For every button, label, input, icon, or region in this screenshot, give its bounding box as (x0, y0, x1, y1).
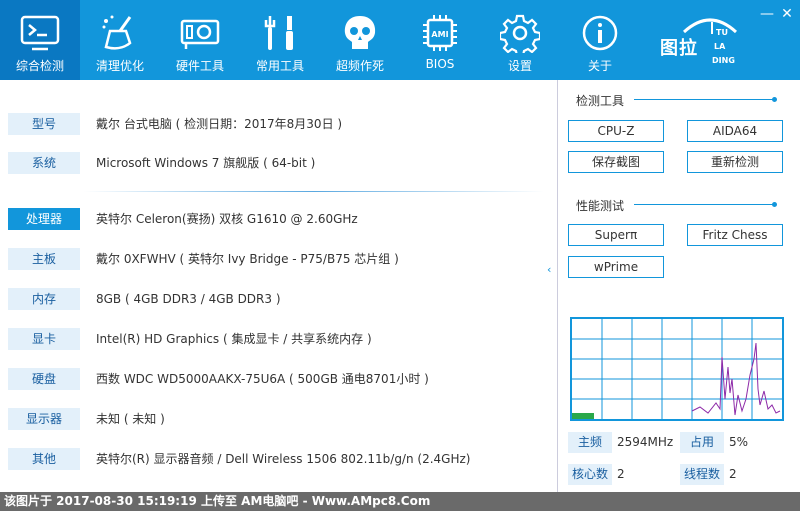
usage-value: 5% (729, 435, 749, 449)
tab-clean-optimize[interactable]: 清理优化 (80, 0, 160, 80)
tab-label: 设置 (507, 59, 532, 73)
svg-text:AMI: AMI (431, 30, 448, 39)
gear-icon (500, 14, 540, 53)
cpu-usage-graph (570, 317, 784, 421)
info-key: 显卡 (8, 328, 80, 350)
info-key: 型号 (8, 113, 80, 135)
info-icon (582, 15, 618, 51)
logo-arch-icon (682, 18, 738, 34)
cores-value: 2 (617, 467, 625, 481)
tab-about[interactable]: 关于 (560, 0, 640, 80)
threads-value: 2 (729, 467, 737, 481)
broom-icon (102, 15, 132, 50)
section-title-perf: 性能测试 (576, 199, 625, 213)
tab-label: 超频作死 (335, 59, 384, 73)
usage-level-bar (572, 413, 594, 419)
fritz-chess-button[interactable]: Fritz Chess (687, 224, 783, 246)
hardware-info-panel: 型号 戴尔 台式电脑 ( 检测日期：2017年8月30日 ) 系统 Micros… (0, 80, 557, 492)
aida64-button[interactable]: AIDA64 (687, 120, 783, 142)
info-value: 西数 WDC WD5000AAKX-75U6A ( 500GB 通电8701小时… (96, 372, 429, 386)
usage-label: 占用 (680, 432, 724, 453)
superpi-button[interactable]: Superπ (568, 224, 664, 246)
close-button[interactable]: ✕ (778, 6, 796, 22)
upload-watermark: 该图片于 2017-08-30 15:19:19 上传至 AM电脑吧 - Www… (0, 492, 800, 511)
chip-icon: AMI (423, 15, 457, 51)
info-key: 硬盘 (8, 368, 80, 390)
top-toolbar: 综合检测 清理优化 硬件工具 常用工具 超频作死 AMI BIOS 设置 关于 … (0, 0, 800, 80)
save-screenshot-button[interactable]: 保存截图 (568, 151, 664, 173)
skull-icon (344, 16, 376, 49)
tab-comprehensive-check[interactable]: 综合检测 (0, 0, 80, 80)
minimize-button[interactable]: — (758, 6, 776, 22)
freq-label: 主频 (568, 432, 612, 453)
info-value: 未知 ( 未知 ) (96, 412, 165, 426)
tab-label: 硬件工具 (175, 59, 224, 73)
tab-label: 常用工具 (255, 59, 304, 73)
info-value: 英特尔 Celeron(赛扬) 双核 G1610 @ 2.60GHz (96, 212, 358, 226)
info-key: 主板 (8, 248, 80, 270)
info-key: 处理器 (8, 208, 80, 230)
tab-label: 综合检测 (15, 59, 64, 73)
tab-label: 清理优化 (95, 59, 144, 73)
info-key: 系统 (8, 152, 80, 174)
tab-hardware-tools[interactable]: 硬件工具 (160, 0, 240, 80)
tab-label: BIOS (425, 57, 455, 71)
logo-text-la: LA (714, 42, 726, 51)
tab-label: 关于 (587, 59, 612, 73)
cores-label: 核心数 (568, 464, 612, 485)
section-title-tools: 检测工具 (576, 94, 625, 108)
graphics-card-icon (180, 19, 220, 49)
section-divider (634, 97, 777, 102)
tab-common-tools[interactable]: 常用工具 (240, 0, 320, 80)
section-divider (634, 202, 777, 207)
wprime-button[interactable]: wPrime (568, 256, 664, 278)
info-value: 英特尔(R) 显示器音频 / Dell Wireless 1506 802.11… (96, 452, 471, 466)
tab-settings[interactable]: 设置 (480, 0, 560, 80)
redetect-button[interactable]: 重新检测 (687, 151, 783, 173)
logo-text-tu: TU (716, 28, 728, 37)
cpu-usage-chart (572, 319, 782, 419)
info-key: 显示器 (8, 408, 80, 430)
info-value: 戴尔 0XFWHV ( 英特尔 Ivy Bridge - P75/B75 芯片组… (96, 252, 399, 266)
info-key: 内存 (8, 288, 80, 310)
info-value: Intel(R) HD Graphics ( 集成显卡 / 共享系统内存 ) (96, 332, 372, 346)
tab-bios[interactable]: AMI BIOS (400, 0, 480, 80)
tulading-logo: 图拉 TU LA DING (660, 14, 740, 70)
logo-text-ding: DING (712, 56, 735, 65)
monitor-icon (20, 15, 60, 51)
divider (84, 191, 544, 192)
cpuz-button[interactable]: CPU-Z (568, 120, 664, 142)
info-key: 其他 (8, 448, 80, 470)
tools-panel: 检测工具 CPU-Z AIDA64 保存截图 重新检测 性能测试 Superπ … (557, 80, 800, 492)
collapse-arrow-icon[interactable]: ‹ (547, 263, 551, 276)
info-value: Microsoft Windows 7 旗舰版 ( 64-bit ) (96, 156, 316, 170)
threads-label: 线程数 (680, 464, 724, 485)
info-value: 戴尔 台式电脑 ( 检测日期：2017年8月30日 ) (96, 117, 343, 131)
info-value: 8GB ( 4GB DDR3 / 4GB DDR3 ) (96, 292, 281, 306)
freq-value: 2594MHz (617, 435, 674, 449)
tools-icon (264, 16, 293, 50)
tab-overclock[interactable]: 超频作死 (320, 0, 400, 80)
logo-main-text: 图拉 (660, 38, 698, 59)
